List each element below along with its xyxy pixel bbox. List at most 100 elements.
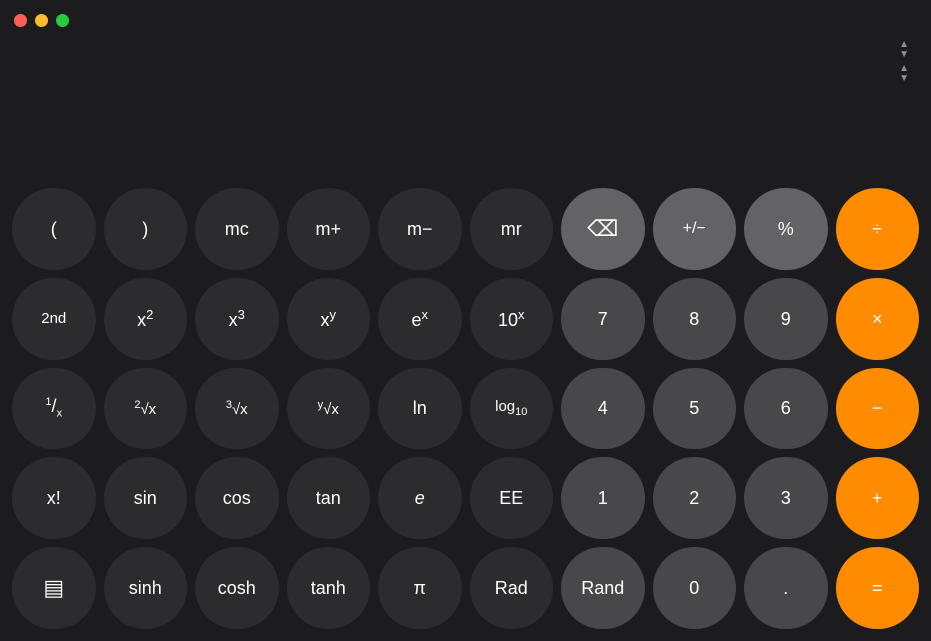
key-log[interactable]: log10 <box>470 368 554 450</box>
key-5[interactable]: 5 <box>653 368 737 450</box>
key-label: x3 <box>229 308 245 329</box>
key-[interactable]: − <box>836 368 920 450</box>
key-label: mr <box>501 220 522 238</box>
key-label: m− <box>407 220 433 238</box>
key-label: ÷ <box>872 220 882 238</box>
close-button[interactable] <box>14 14 27 27</box>
key-7[interactable]: 7 <box>561 278 645 360</box>
key-calculator-icon[interactable]: ▤ <box>12 547 96 629</box>
key-sinh[interactable]: sinh <box>104 547 188 629</box>
key-ln[interactable]: ln <box>378 368 462 450</box>
key-mr[interactable]: mr <box>470 188 554 270</box>
key-label: e <box>415 489 425 507</box>
key-1[interactable]: 1 <box>561 457 645 539</box>
key-label: 7 <box>598 310 608 328</box>
key-label: 6 <box>781 399 791 417</box>
key-label: 1 <box>598 489 608 507</box>
key-label: ex <box>411 308 428 329</box>
key-EE[interactable]: EE <box>470 457 554 539</box>
key-label: cosh <box>218 579 256 597</box>
key-sin[interactable]: sin <box>104 457 188 539</box>
key-label: . <box>783 579 788 597</box>
key-x[interactable]: 1/x <box>12 368 96 450</box>
key-label: 2 <box>689 489 699 507</box>
key-backspace[interactable]: ⌫ <box>561 188 645 270</box>
key-label: − <box>872 399 883 417</box>
key-row-4: ▤sinh cosh tanh πRad Rand 0. = <box>12 547 919 629</box>
key-label: 4 <box>598 399 608 417</box>
key-[interactable]: % <box>744 188 828 270</box>
key-Rand[interactable]: Rand <box>561 547 645 629</box>
key-label: x! <box>47 489 61 507</box>
key-label: y√x <box>318 400 339 417</box>
key-label: Rand <box>581 579 624 597</box>
display-area: ▲ ▼ ▲ ▼ <box>0 40 931 180</box>
key-mc[interactable]: mc <box>195 188 279 270</box>
key-[interactable]: = <box>836 547 920 629</box>
key-label: ) <box>142 220 148 238</box>
key-x[interactable]: 3√x <box>195 368 279 450</box>
maximize-button[interactable] <box>56 14 69 27</box>
key-x[interactable]: x! <box>12 457 96 539</box>
key-4[interactable]: 4 <box>561 368 645 450</box>
key-label: 0 <box>689 579 699 597</box>
key-label: cos <box>223 489 251 507</box>
traffic-lights <box>14 14 69 27</box>
key-6[interactable]: 6 <box>744 368 828 450</box>
key-label: x2 <box>137 308 153 329</box>
key-cos[interactable]: cos <box>195 457 279 539</box>
key-label: 2nd <box>41 311 66 326</box>
key-row-0: () mc m+ m− mr ⌫+/−% ÷ <box>12 188 919 270</box>
key-label: tanh <box>311 579 346 597</box>
titlebar <box>0 0 931 40</box>
key-[interactable]: + <box>836 457 920 539</box>
key-tan[interactable]: tan <box>287 457 371 539</box>
key-e[interactable]: e <box>378 457 462 539</box>
key-label: m+ <box>315 220 341 238</box>
key-m[interactable]: m+ <box>287 188 371 270</box>
key-8[interactable]: 8 <box>653 278 737 360</box>
key-[interactable]: . <box>744 547 828 629</box>
secondary-unit-stepper[interactable]: ▲ ▼ <box>899 64 909 84</box>
minimize-button[interactable] <box>35 14 48 27</box>
key-label: 3√x <box>226 400 248 417</box>
key-x[interactable]: x3 <box>195 278 279 360</box>
key-9[interactable]: 9 <box>744 278 828 360</box>
key-x[interactable]: x2 <box>104 278 188 360</box>
key-label: xy <box>321 308 337 329</box>
key-10[interactable]: 10x <box>470 278 554 360</box>
key-2nd[interactable]: 2nd <box>12 278 96 360</box>
key-3[interactable]: 3 <box>744 457 828 539</box>
key-Rad[interactable]: Rad <box>470 547 554 629</box>
key-label: 10x <box>498 308 525 329</box>
key-x[interactable]: y√x <box>287 368 371 450</box>
key-[interactable]: ) <box>104 188 188 270</box>
key-label: 8 <box>689 310 699 328</box>
key-[interactable]: +/− <box>653 188 737 270</box>
key-[interactable]: ( <box>12 188 96 270</box>
primary-unit-stepper[interactable]: ▲ ▼ <box>899 40 909 60</box>
key-2[interactable]: 2 <box>653 457 737 539</box>
key-e[interactable]: ex <box>378 278 462 360</box>
key-x[interactable]: 2√x <box>104 368 188 450</box>
keypad: () mc m+ m− mr ⌫+/−% ÷ 2nd x2 x3 xy ex 10x 7 8 9 × 1/x 2√x… <box>0 180 931 641</box>
key-label: 5 <box>689 399 699 417</box>
key-label: mc <box>225 220 249 238</box>
key-label: sin <box>134 489 157 507</box>
key-label: EE <box>499 489 523 507</box>
key-label: = <box>872 579 883 597</box>
key-row-2: 1/x 2√x 3√x y√x lnlog10 4 5 6 − <box>12 368 919 450</box>
key-label: % <box>778 220 794 238</box>
key-[interactable]: π <box>378 547 462 629</box>
key-x[interactable]: xy <box>287 278 371 360</box>
key-tanh[interactable]: tanh <box>287 547 371 629</box>
key-label: + <box>872 489 883 507</box>
key-[interactable]: × <box>836 278 920 360</box>
key-[interactable]: ÷ <box>836 188 920 270</box>
key-0[interactable]: 0 <box>653 547 737 629</box>
key-label: 9 <box>781 310 791 328</box>
key-cosh[interactable]: cosh <box>195 547 279 629</box>
key-label: 1/x <box>45 397 62 420</box>
key-m[interactable]: m− <box>378 188 462 270</box>
key-row-1: 2nd x2 x3 xy ex 10x 7 8 9 × <box>12 278 919 360</box>
